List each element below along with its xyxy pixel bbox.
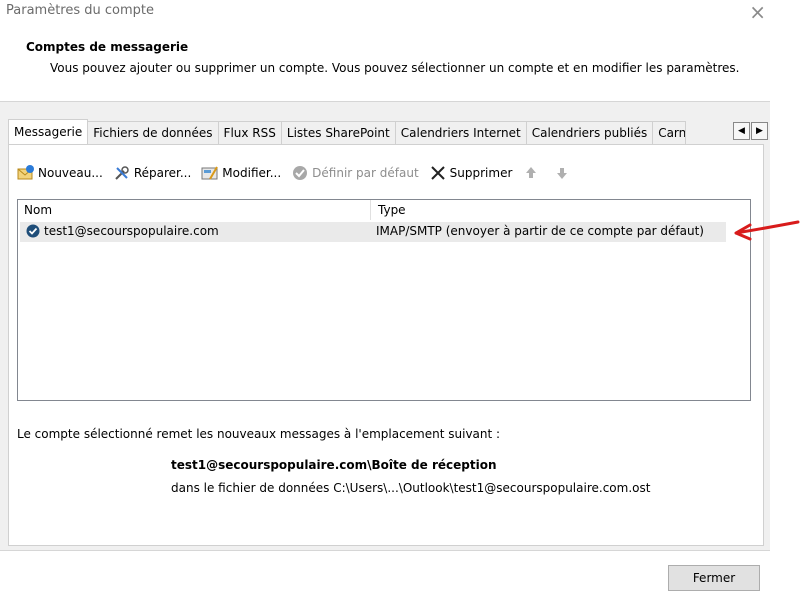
column-header-name[interactable]: Nom: [18, 200, 52, 220]
tab-listes-sharepoint[interactable]: Listes SharePoint: [281, 121, 396, 145]
new-button[interactable]: Nouveau...: [17, 164, 103, 182]
default-account-check-icon: [26, 224, 40, 238]
tab-strip: Messagerie Fichiers de données Flux RSS …: [8, 119, 687, 145]
new-account-icon: [17, 165, 34, 180]
annotation-arrow-icon: [734, 220, 800, 241]
arrow-up-icon: [526, 167, 537, 178]
toolbar: Nouveau... Réparer... Modifier... Défini…: [17, 163, 584, 183]
arrow-down-icon: [557, 168, 568, 179]
column-separator[interactable]: [370, 200, 371, 220]
tab-fichiers-de-donnees[interactable]: Fichiers de données: [88, 121, 219, 145]
tab-flux-rss[interactable]: Flux RSS: [218, 121, 282, 145]
set-default-button[interactable]: Définir par défaut: [291, 164, 419, 182]
tab-scroll-buttons: ◀ ▶: [733, 122, 769, 140]
tab-calendriers-internet[interactable]: Calendriers Internet: [395, 121, 527, 145]
new-label: Nouveau...: [38, 166, 103, 180]
tab-content: Nouveau... Réparer... Modifier... Défini…: [8, 144, 764, 546]
modify-button[interactable]: Modifier...: [201, 164, 281, 182]
accounts-list: Nom Type test1@secourspopulaire.com IMAP…: [17, 199, 751, 401]
data-file-path: dans le fichier de données C:\Users\...\…: [171, 481, 651, 495]
move-down-button[interactable]: [553, 164, 574, 182]
delete-x-icon: [430, 166, 445, 180]
delivery-location-label: Le compte sélectionné remet les nouveaux…: [17, 427, 501, 441]
account-type: IMAP/SMTP (envoyer à partir de ce compte…: [376, 224, 704, 238]
account-email: test1@secourspopulaire.com: [44, 224, 219, 238]
column-header-type[interactable]: Type: [372, 200, 406, 220]
dialog-header: Comptes de messagerie Vous pouvez ajoute…: [0, 28, 800, 100]
delete-button[interactable]: Supprimer: [429, 164, 513, 182]
tab-carnets[interactable]: Carn: [653, 121, 687, 145]
move-up-button[interactable]: [522, 164, 543, 182]
header-title: Comptes de messagerie: [26, 40, 189, 54]
check-circle-icon: [293, 166, 308, 180]
edit-account-icon: [201, 166, 219, 180]
set-default-label: Définir par défaut: [312, 166, 419, 180]
scroll-right-icon[interactable]: ▶: [751, 122, 768, 140]
scroll-left-icon[interactable]: ◀: [733, 122, 750, 140]
delivery-folder-path: test1@secourspopulaire.com\Boîte de réce…: [171, 458, 497, 472]
modify-label: Modifier...: [222, 166, 282, 180]
header-description: Vous pouvez ajouter ou supprimer un comp…: [50, 61, 740, 75]
delete-label: Supprimer: [449, 166, 513, 180]
title-bar: Paramètres du compte ×: [0, 0, 800, 28]
tools-icon: [115, 166, 129, 180]
tab-messagerie[interactable]: Messagerie: [8, 119, 89, 145]
close-icon[interactable]: ×: [749, 0, 766, 24]
account-row[interactable]: test1@secourspopulaire.com IMAP/SMTP (en…: [20, 222, 726, 242]
window-title: Paramètres du compte: [6, 3, 154, 18]
repair-label: Réparer...: [133, 166, 192, 180]
tab-calendriers-publies[interactable]: Calendriers publiés: [526, 121, 654, 145]
close-button[interactable]: Fermer: [668, 565, 760, 591]
account-settings-panel: Messagerie Fichiers de données Flux RSS …: [0, 101, 770, 551]
repair-button[interactable]: Réparer...: [113, 164, 191, 182]
account-name-cell: test1@secourspopulaire.com: [26, 224, 219, 238]
